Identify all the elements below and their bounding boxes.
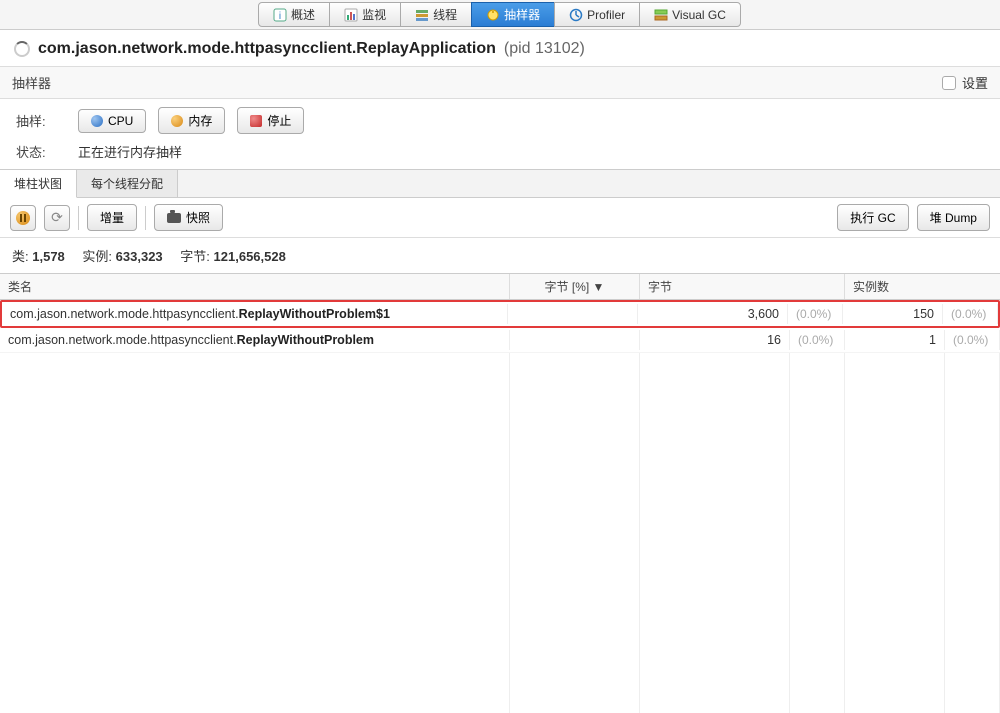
heap-dump-button[interactable]: 堆 Dump — [917, 204, 990, 231]
btn-label: CPU — [108, 114, 133, 128]
settings-checkbox[interactable] — [942, 76, 956, 90]
table-filler — [0, 353, 1000, 713]
toolbar: ⟳ 增量 快照 执行 GC 堆 Dump — [0, 198, 1000, 238]
snapshot-button[interactable]: 快照 — [154, 204, 223, 231]
info-icon: i — [273, 8, 287, 22]
tab-profiler[interactable]: Profiler — [554, 2, 640, 27]
cell-bytes-pct: (0.0%) — [788, 304, 843, 324]
cell-pct — [508, 304, 638, 324]
class-prefix: com.jason.network.mode.httpasyncclient. — [10, 307, 239, 321]
table-body: com.jason.network.mode.httpasyncclient.R… — [0, 300, 1000, 713]
gc-icon — [654, 8, 668, 22]
status-label: 状态: — [16, 142, 66, 161]
camera-icon — [167, 213, 181, 223]
bytes-label: 字节: — [180, 249, 210, 264]
stats-line: 类: 1,578 实例: 633,323 字节: 121,656,528 — [0, 238, 1000, 273]
sampling-label: 抽样: — [16, 111, 66, 130]
pid-label: (pid 13102) — [504, 40, 585, 58]
instances-label: 实例: — [82, 249, 112, 264]
tab-sampler[interactable]: 抽样器 — [471, 2, 555, 27]
nav-label: Visual GC — [672, 8, 726, 22]
svg-text:i: i — [279, 11, 281, 22]
tab-monitor[interactable]: 监视 — [329, 2, 401, 27]
divider — [145, 206, 146, 230]
btn-label: 内存 — [188, 112, 212, 129]
cell-bytes: 3,600 — [638, 304, 788, 324]
page-title: com.jason.network.mode.httpasyncclient.R… — [38, 40, 496, 58]
stop-button[interactable]: 停止 — [237, 107, 304, 134]
nav-label: 监视 — [362, 6, 386, 23]
btn-label: 快照 — [186, 209, 210, 226]
memory-button[interactable]: 内存 — [158, 107, 225, 134]
nav-label: 抽样器 — [504, 6, 540, 23]
col-header-name[interactable]: 类名 — [0, 274, 510, 299]
threads-icon — [415, 8, 429, 22]
cell-count-pct: (0.0%) — [943, 304, 998, 324]
settings-label: 设置 — [962, 73, 988, 92]
class-suffix: ReplayWithoutProblem — [237, 333, 374, 347]
nav-label: 概述 — [291, 6, 315, 23]
tab-visualgc[interactable]: Visual GC — [639, 2, 741, 27]
sub-header: 抽样器 设置 — [0, 66, 1000, 99]
profiler-icon — [569, 8, 583, 22]
cell-count: 150 — [843, 304, 943, 324]
sub-header-title: 抽样器 — [12, 73, 51, 92]
pause-icon — [16, 211, 30, 225]
tab-histogram[interactable]: 堆柱状图 — [0, 170, 77, 198]
tab-threads[interactable]: 线程 — [400, 2, 472, 27]
cpu-dot-icon — [91, 115, 103, 127]
cell-count-pct: (0.0%) — [945, 330, 1000, 350]
btn-label: 停止 — [267, 112, 291, 129]
cpu-button[interactable]: CPU — [78, 109, 146, 133]
cell-pct — [510, 330, 640, 350]
increment-button[interactable]: 增量 — [87, 204, 137, 231]
cell-count: 1 — [845, 330, 945, 350]
class-prefix: com.jason.network.mode.httpasyncclient. — [8, 333, 237, 347]
col-header-count[interactable]: 实例数 — [845, 274, 1000, 299]
class-suffix: ReplayWithoutProblem$1 — [239, 307, 390, 321]
col-header-bytes[interactable]: 字节 — [640, 274, 845, 299]
nav-label: Profiler — [587, 8, 625, 22]
stop-square-icon — [250, 115, 262, 127]
cell-bytes-pct: (0.0%) — [790, 330, 845, 350]
table-row[interactable]: com.jason.network.mode.httpasyncclient.R… — [0, 300, 1000, 328]
cell-bytes: 16 — [640, 330, 790, 350]
classes-value: 1,578 — [32, 249, 65, 264]
sampler-icon — [486, 8, 500, 22]
col-header-pct[interactable]: 字节 [%] ▼ — [510, 274, 640, 299]
status-value: 正在进行内存抽样 — [78, 142, 182, 161]
chart-icon — [344, 8, 358, 22]
perform-gc-button[interactable]: 执行 GC — [837, 204, 908, 231]
top-nav: i 概述 监视 线程 抽样器 Profiler Visual GC — [0, 0, 1000, 30]
nav-label: 线程 — [433, 6, 457, 23]
refresh-icon: ⟳ — [51, 209, 63, 226]
title-bar: com.jason.network.mode.httpasyncclient.R… — [0, 30, 1000, 66]
inner-tabs: 堆柱状图 每个线程分配 — [0, 169, 1000, 198]
table-header: 类名 字节 [%] ▼ 字节 实例数 — [0, 274, 1000, 300]
class-table: 类名 字节 [%] ▼ 字节 实例数 com.jason.network.mod… — [0, 273, 1000, 713]
memory-dot-icon — [171, 115, 183, 127]
sampling-row: 抽样: CPU 内存 停止 — [0, 99, 1000, 142]
divider — [78, 206, 79, 230]
tab-overview[interactable]: i 概述 — [258, 2, 330, 27]
instances-value: 633,323 — [116, 249, 163, 264]
tab-per-thread[interactable]: 每个线程分配 — [77, 170, 178, 197]
refresh-button[interactable]: ⟳ — [44, 205, 70, 231]
bytes-value: 121,656,528 — [214, 249, 286, 264]
classes-label: 类: — [12, 249, 29, 264]
pause-button[interactable] — [10, 205, 36, 231]
loading-spinner-icon — [14, 41, 30, 57]
status-row: 状态: 正在进行内存抽样 — [0, 142, 1000, 169]
table-row[interactable]: com.jason.network.mode.httpasyncclient.R… — [0, 328, 1000, 353]
